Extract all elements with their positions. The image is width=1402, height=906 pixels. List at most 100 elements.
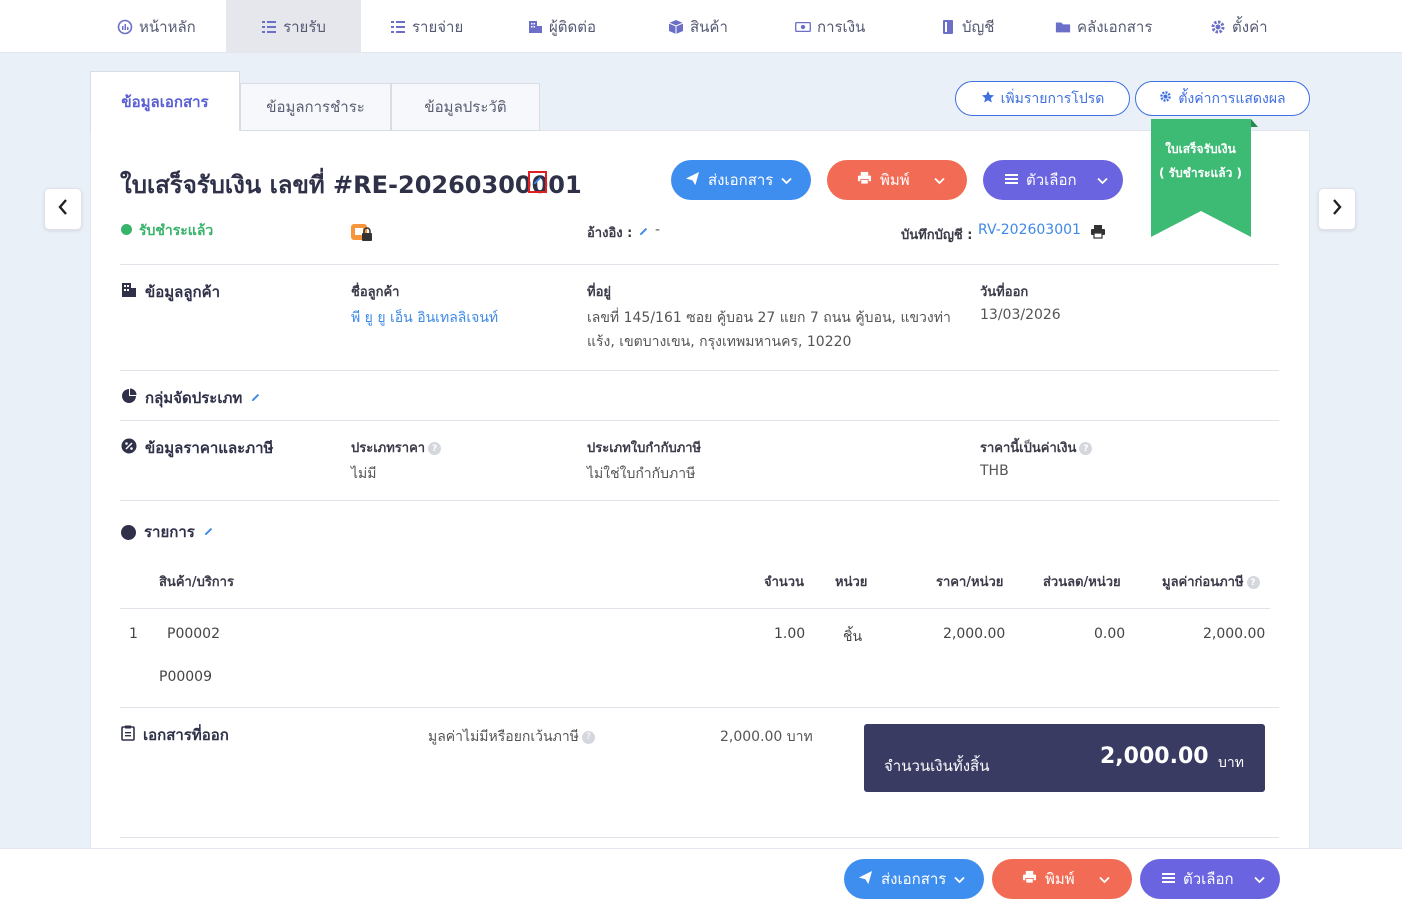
pricing-section-title: ข้อมูลราคาและภาษี	[121, 436, 273, 460]
category-section-title: กลุ่มจัดประเภท	[121, 386, 261, 410]
nav-item-label: สินค้า	[690, 17, 728, 36]
document-title: ใบเสร็จรับเงิน เลขที่ #RE-20260300001	[120, 171, 582, 199]
issued-documents-title: เอกสารที่ออก	[121, 723, 229, 747]
chevron-down-icon	[781, 171, 792, 189]
nav-item-settings[interactable]: ตั้งค่า	[1198, 0, 1280, 53]
currency-value: THB	[980, 463, 1009, 479]
column-header-amount: มูลค่าก่อนภาษี?	[1162, 571, 1260, 592]
nav-item-contacts[interactable]: ผู้ติดต่อ	[515, 0, 608, 53]
send-label: ส่งเอกสาร	[881, 870, 947, 888]
top-navigation: หน้าหลัก รายรับ รายจ่าย ผู้ติดต่อ สินค้า…	[0, 0, 1402, 53]
product-description: P00009	[159, 669, 212, 685]
display-settings-label: ตั้งค่าการแสดงผล	[1178, 90, 1286, 107]
edit-items-icon[interactable]	[203, 523, 214, 541]
tab-document-info[interactable]: ข้อมูลเอกสาร	[90, 71, 240, 131]
row-number: 1	[129, 626, 138, 642]
add-favorite-label: เพิ่มรายการโปรด	[1000, 90, 1105, 107]
add-favorite-button[interactable]: เพิ่มรายการโปรด	[955, 81, 1130, 116]
tab-history-info[interactable]: ข้อมูลประวัติ	[391, 83, 540, 131]
currency-label: ราคานี้เป็นค่าเงิน?	[980, 437, 1093, 458]
tax-type-label: ประเภทใบกำกับภาษี	[587, 441, 702, 456]
tab-payment-info[interactable]: ข้อมูลการชำระ	[240, 83, 391, 131]
print-label: พิมพ์	[880, 171, 910, 189]
help-icon[interactable]: ?	[428, 442, 442, 455]
grand-total-unit: บาท	[1218, 755, 1244, 771]
options-button[interactable]: ตัวเลือก	[983, 160, 1123, 200]
divider	[120, 707, 1279, 708]
nav-item-label: การเงิน	[817, 17, 866, 36]
tab-label: ข้อมูลประวัติ	[424, 98, 507, 116]
menu-icon	[1005, 171, 1018, 189]
help-icon[interactable]: ?	[581, 730, 595, 744]
divider	[120, 420, 1279, 421]
divider	[120, 264, 1279, 265]
previous-document-button[interactable]	[44, 188, 82, 230]
print-button[interactable]: พิมพ์	[827, 160, 967, 200]
nav-item-dashboard[interactable]: หน้าหลัก	[105, 0, 208, 53]
product-code-link[interactable]: P00002	[167, 626, 220, 642]
ribbon-text: ใบเสร็จรับเงิน ( รับชำระแล้ว )	[1151, 137, 1250, 185]
items-section-title: รายการ	[121, 520, 214, 544]
customer-name-link[interactable]: พี ยู ยู เอ็น อินเทลลิเจนท์	[351, 307, 498, 329]
printer-icon[interactable]	[1090, 224, 1106, 243]
unit-price-value: 2,000.00	[943, 626, 1006, 642]
star-icon	[981, 90, 995, 108]
currency-label-text: ราคานี้เป็นค่าเงิน	[980, 441, 1077, 456]
nav-item-income[interactable]: รายรับ	[226, 0, 361, 53]
chevron-down-icon	[1096, 171, 1108, 189]
nav-item-products[interactable]: สินค้า	[656, 0, 740, 53]
nav-item-finance[interactable]: การเงิน	[783, 0, 877, 53]
send-document-button[interactable]: ส่งเอกสาร	[671, 160, 811, 200]
nav-item-expense[interactable]: รายจ่าย	[378, 0, 475, 53]
lock-icon	[351, 224, 373, 248]
status-dot	[121, 224, 132, 235]
chevron-down-icon	[934, 171, 945, 189]
price-type-label: ประเภทราคา?	[351, 437, 442, 458]
customer-name-label: ชื่อลูกค้า	[351, 285, 400, 300]
account-link[interactable]: RV-202603001	[978, 222, 1081, 238]
print-button-bottom[interactable]: พิมพ์	[992, 859, 1132, 899]
options-label: ตัวเลือก	[1026, 171, 1077, 189]
pie-chart-icon	[121, 388, 137, 408]
display-settings-button[interactable]: ตั้งค่าการแสดงผล	[1135, 81, 1310, 116]
chevron-right-icon	[1331, 198, 1343, 220]
help-icon[interactable]: ?	[1079, 442, 1093, 455]
next-document-button[interactable]	[1318, 188, 1356, 230]
price-type-value: ไม่มี	[351, 466, 377, 482]
chevron-left-icon	[57, 198, 69, 220]
pencil-icon	[532, 174, 543, 190]
chevron-down-icon	[1099, 870, 1110, 888]
help-icon[interactable]: ?	[1246, 576, 1260, 589]
gear-icon	[1210, 19, 1226, 35]
nav-item-label: ตั้งค่า	[1232, 17, 1268, 36]
nav-item-accounting[interactable]: บัญชี	[928, 0, 1006, 53]
nav-item-documents[interactable]: คลังเอกสาร	[1043, 0, 1164, 53]
chevron-down-icon	[1253, 870, 1265, 888]
edit-category-icon[interactable]	[250, 389, 261, 407]
divider	[120, 608, 1270, 609]
send-document-button-bottom[interactable]: ส่งเอกสาร	[844, 859, 984, 899]
building-icon	[121, 282, 137, 302]
issue-date-label: วันที่ออก	[980, 285, 1029, 300]
ribbon-line-2: ( รับชำระแล้ว )	[1159, 166, 1242, 180]
column-header-product: สินค้า/บริการ	[159, 575, 234, 590]
items-section-label: รายการ	[144, 523, 195, 541]
edit-title-button[interactable]	[528, 171, 547, 193]
grand-total-label: จำนวนเงินทั้งสิ้น	[884, 757, 990, 775]
address-line-2: แร้ง, เขตบางเขน, กรุงเทพมหานคร, 10220	[587, 334, 852, 350]
column-header-unit-price: ราคา/หน่วย	[936, 575, 1004, 590]
gear-icon	[1159, 90, 1172, 107]
nav-item-label: คลังเอกสาร	[1077, 17, 1153, 36]
edit-reference-icon[interactable]	[638, 225, 649, 241]
divider	[120, 500, 1279, 501]
grand-total-box: จำนวนเงินทั้งสิ้น 2,000.00 บาท	[864, 724, 1265, 792]
income-icon	[261, 19, 277, 35]
ledger-icon	[940, 19, 956, 35]
nav-item-label: ผู้ติดต่อ	[549, 17, 597, 36]
menu-icon	[1162, 870, 1175, 888]
column-header-quantity: จำนวน	[764, 575, 804, 590]
address-line-1: เลขที่ 145/161 ซอย คู้บอน 27 แยก 7 ถนน ค…	[587, 310, 951, 326]
percent-icon	[121, 438, 137, 458]
options-button-bottom[interactable]: ตัวเลือก	[1140, 859, 1280, 899]
clipboard-icon	[121, 725, 135, 745]
